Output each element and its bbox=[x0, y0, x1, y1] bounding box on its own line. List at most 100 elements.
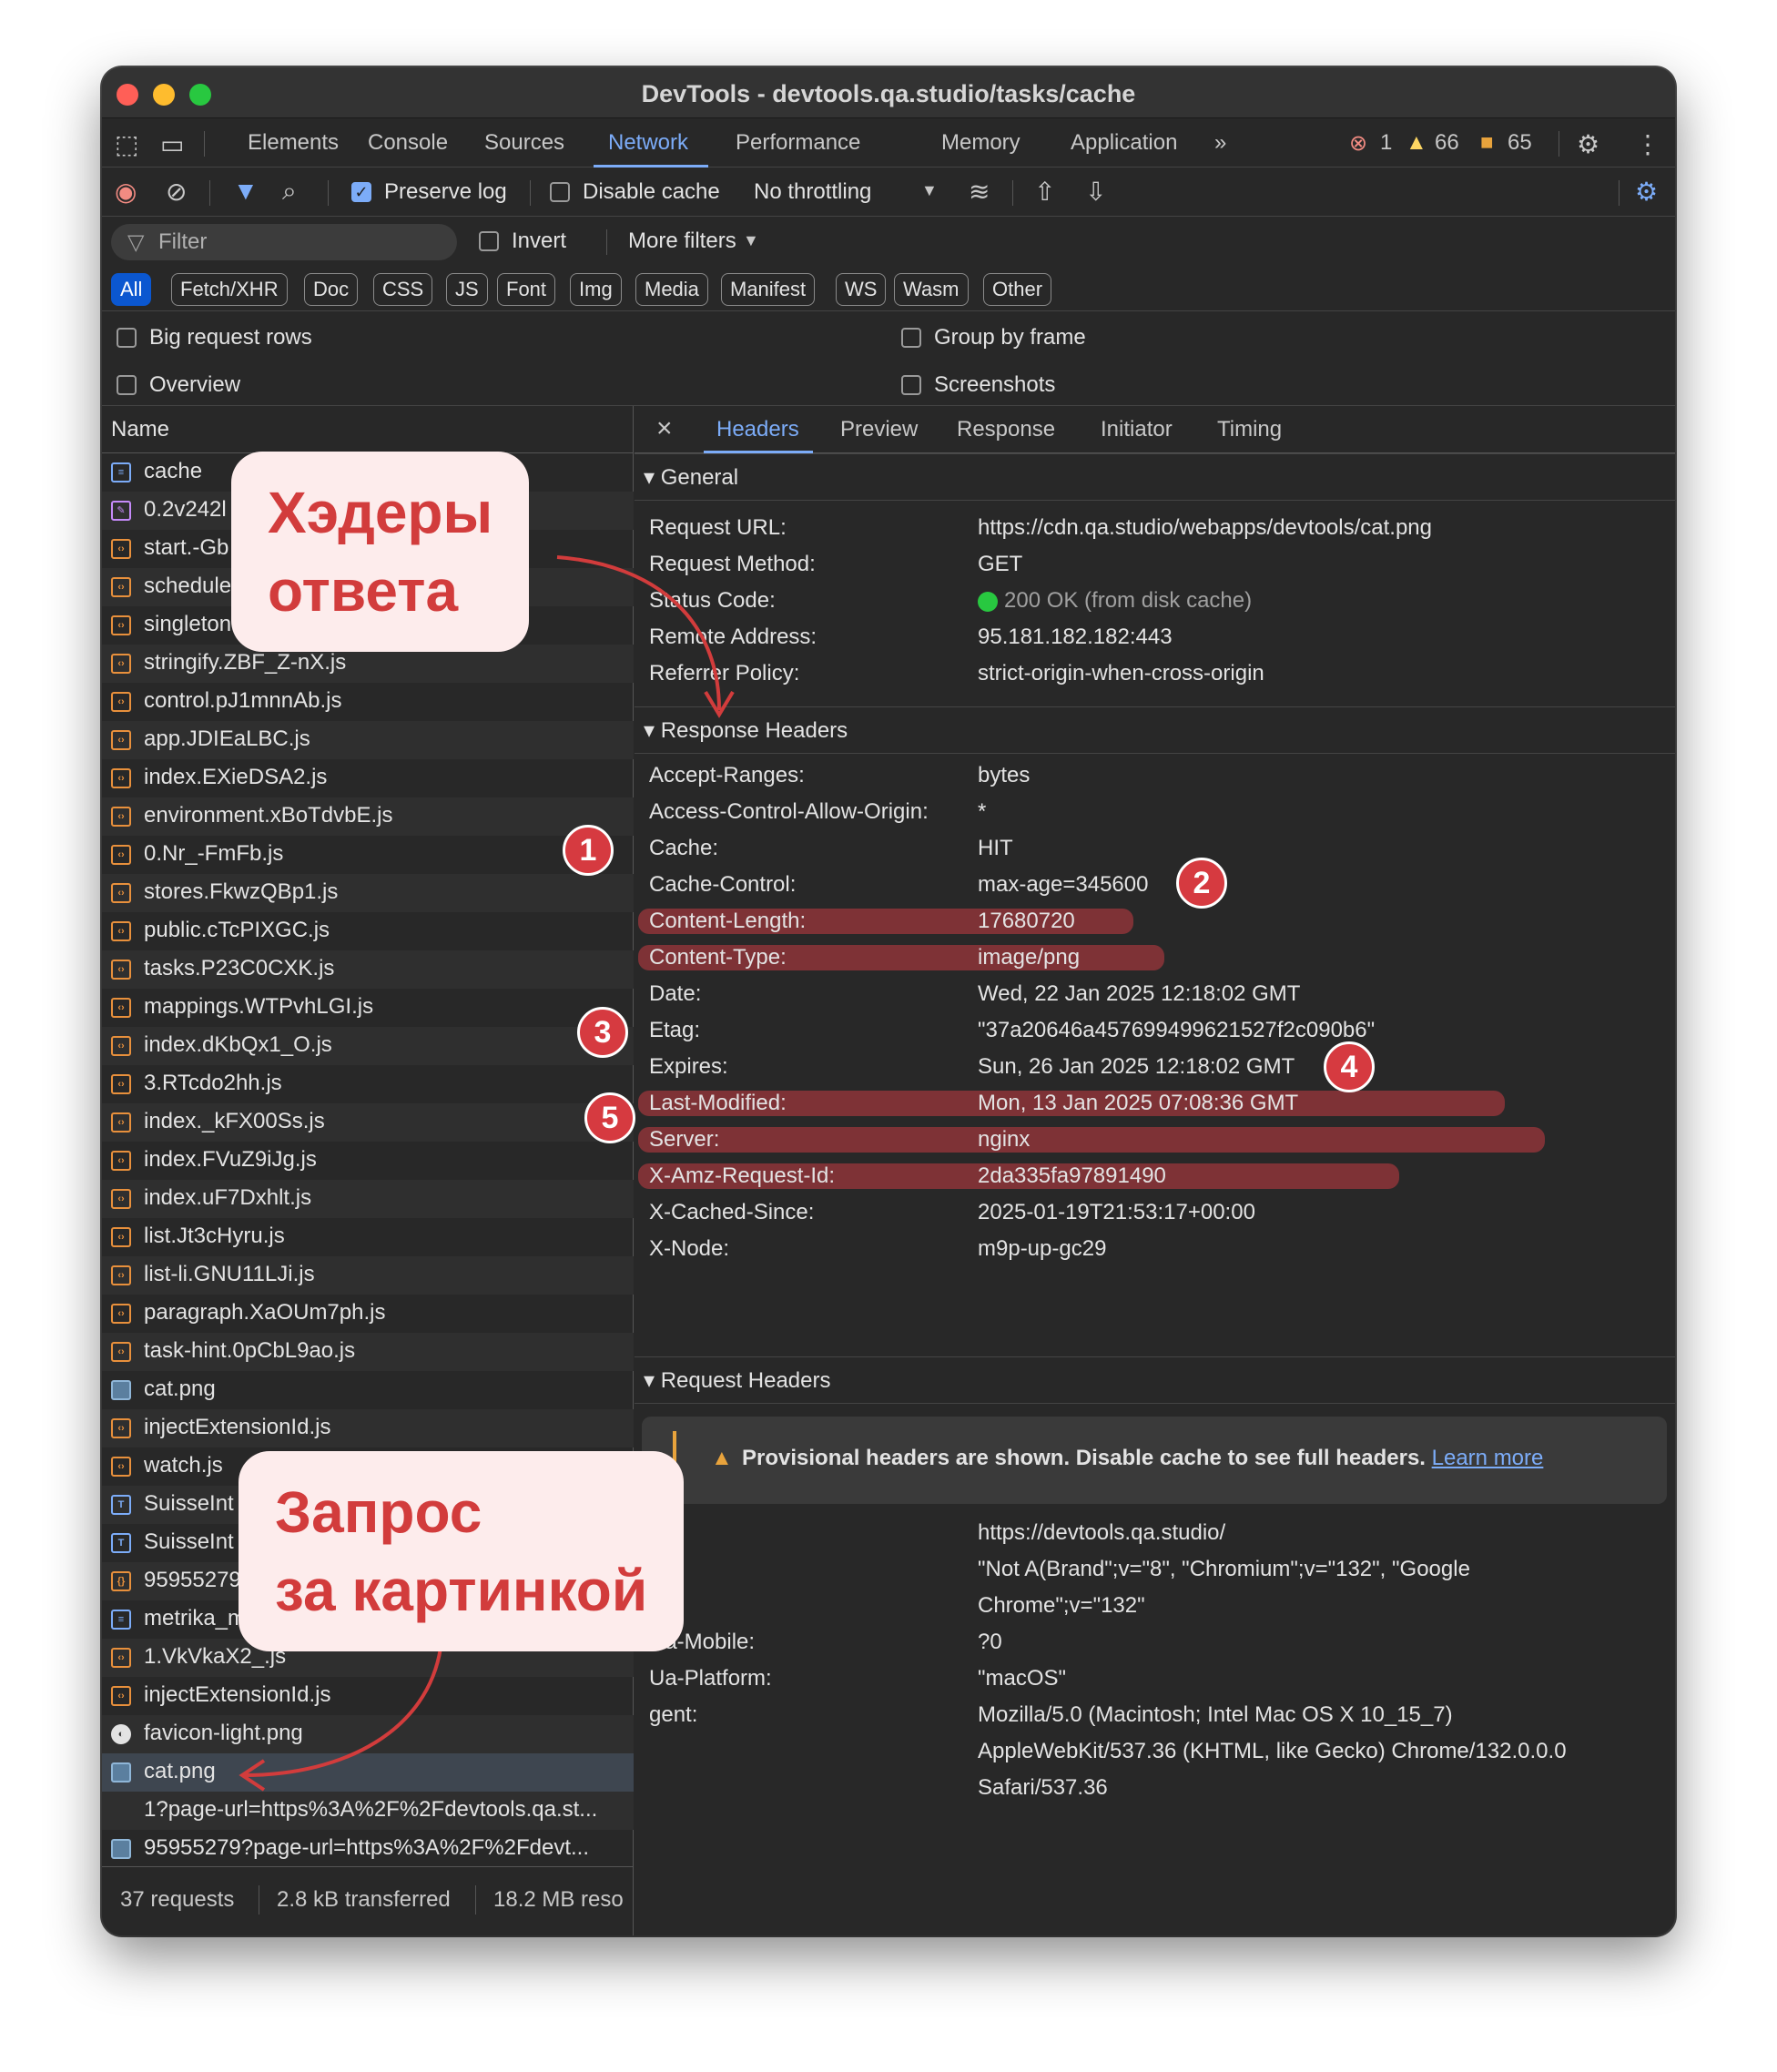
chip-doc[interactable]: Doc bbox=[304, 273, 359, 306]
request-row[interactable]: ‹› task-hint.0pCbL9ao.js bbox=[102, 1333, 634, 1371]
header-value[interactable]: AppleWebKit/537.36 (KHTML, like Gecko) C… bbox=[978, 1739, 1567, 1764]
request-row[interactable]: ‹› mappings.WTPvhLGI.js bbox=[102, 989, 634, 1027]
tab-preview[interactable]: Preview bbox=[840, 417, 918, 442]
header-value[interactable]: 2da335fa97891490 bbox=[978, 1163, 1166, 1189]
screenshots-label[interactable]: Screenshots bbox=[934, 372, 1055, 398]
request-row[interactable]: cat.png bbox=[102, 1753, 634, 1792]
disable-cache-checkbox[interactable] bbox=[550, 182, 570, 202]
remote-address-value[interactable]: 95.181.182.182:443 bbox=[978, 625, 1173, 650]
chip-media[interactable]: Media bbox=[635, 273, 708, 306]
chip-css[interactable]: CSS bbox=[373, 273, 433, 306]
request-row[interactable]: ‹› index.FVuZ9iJg.js bbox=[102, 1142, 634, 1180]
status-code-value[interactable]: 200 OK (from disk cache) bbox=[1004, 588, 1252, 614]
header-value[interactable]: Mon, 13 Jan 2025 07:08:36 GMT bbox=[978, 1091, 1298, 1116]
overview-label[interactable]: Overview bbox=[149, 372, 240, 398]
chevron-down-icon[interactable]: ▼ bbox=[921, 181, 938, 200]
device-toolbar-icon[interactable]: ▭ bbox=[160, 129, 184, 159]
search-icon[interactable]: ⌕ bbox=[282, 177, 297, 207]
request-row[interactable]: ‹› index.EXieDSA2.js bbox=[102, 759, 634, 797]
more-options-icon[interactable]: ⋮ bbox=[1635, 129, 1660, 159]
close-details-icon[interactable]: × bbox=[656, 413, 673, 444]
invert-checkbox[interactable] bbox=[479, 231, 499, 251]
disable-cache-label[interactable]: Disable cache bbox=[583, 179, 720, 205]
learn-more-link[interactable]: Learn more bbox=[1432, 1446, 1544, 1470]
header-value[interactable]: Safari/537.36 bbox=[978, 1775, 1108, 1801]
header-value[interactable]: "37a20646a457699499621527f2c090b6" bbox=[978, 1018, 1375, 1043]
issues-icon[interactable]: ■ bbox=[1480, 130, 1494, 156]
error-count[interactable]: 1 bbox=[1380, 130, 1392, 156]
inspect-element-icon[interactable]: ⬚ bbox=[115, 129, 138, 159]
export-har-icon[interactable]: ⇩ bbox=[1085, 177, 1106, 207]
request-method-value[interactable]: GET bbox=[978, 552, 1022, 577]
stop-recording-icon[interactable]: ◉ bbox=[115, 177, 137, 207]
tab-initiator[interactable]: Initiator bbox=[1101, 417, 1173, 442]
screenshots-checkbox[interactable] bbox=[901, 375, 921, 395]
request-headers-section-header[interactable]: ▾ Request Headers bbox=[635, 1356, 1675, 1404]
filter-icon[interactable]: ▼ bbox=[233, 177, 259, 206]
header-value[interactable]: ?0 bbox=[978, 1630, 1002, 1655]
tab-timing[interactable]: Timing bbox=[1217, 417, 1282, 442]
chip-fetch-xhr[interactable]: Fetch/XHR bbox=[171, 273, 288, 306]
network-settings-gear-icon[interactable]: ⚙ bbox=[1635, 177, 1658, 207]
chip-img[interactable]: Img bbox=[570, 273, 622, 306]
tab-sources[interactable]: Sources bbox=[484, 130, 564, 156]
header-value[interactable]: m9p-up-gc29 bbox=[978, 1236, 1106, 1262]
request-row[interactable]: ‹› tasks.P23C0CXK.js bbox=[102, 950, 634, 989]
header-value[interactable]: Wed, 22 Jan 2025 12:18:02 GMT bbox=[978, 981, 1300, 1007]
warning-count[interactable]: 66 bbox=[1435, 130, 1459, 156]
tab-network[interactable]: Network bbox=[608, 130, 688, 156]
chip-js[interactable]: JS bbox=[446, 273, 488, 306]
tab-headers[interactable]: Headers bbox=[716, 417, 799, 442]
name-column-header[interactable]: Name bbox=[102, 406, 633, 453]
error-icon[interactable]: ⊗ bbox=[1349, 130, 1367, 157]
chip-manifest[interactable]: Manifest bbox=[721, 273, 816, 306]
header-value[interactable]: image/png bbox=[978, 945, 1080, 970]
request-row[interactable]: 1?page-url=https%3A%2F%2Fdevtools.qa.st.… bbox=[102, 1792, 634, 1830]
request-row[interactable]: ◐ favicon-light.png bbox=[102, 1715, 634, 1753]
overview-checkbox[interactable] bbox=[117, 375, 137, 395]
header-value[interactable]: 2025-01-19T21:53:17+00:00 bbox=[978, 1200, 1255, 1225]
header-value[interactable]: * bbox=[978, 799, 986, 825]
more-filters-button[interactable]: More filters bbox=[628, 229, 736, 254]
invert-label[interactable]: Invert bbox=[512, 229, 566, 254]
tab-console[interactable]: Console bbox=[368, 130, 448, 156]
request-row[interactable]: ‹› index._kFX00Ss.js bbox=[102, 1103, 634, 1142]
request-row[interactable]: ‹› index.uF7Dxhlt.js bbox=[102, 1180, 634, 1218]
import-har-icon[interactable]: ⇧ bbox=[1034, 177, 1055, 207]
request-row[interactable]: ‹› injectExtensionId.js bbox=[102, 1409, 634, 1447]
response-headers-section-header[interactable]: ▾ Response Headers bbox=[635, 706, 1675, 754]
header-value[interactable]: HIT bbox=[978, 836, 1013, 861]
header-value[interactable]: "Not A(Brand";v="8", "Chromium";v="132",… bbox=[978, 1557, 1470, 1582]
chevron-down-icon[interactable]: ▼ bbox=[743, 231, 759, 250]
clear-icon[interactable]: ⊘ bbox=[166, 177, 187, 207]
chip-wasm[interactable]: Wasm bbox=[894, 273, 969, 306]
request-row[interactable]: 95955279?page-url=https%3A%2F%2Fdevt... bbox=[102, 1830, 634, 1868]
chip-ws[interactable]: WS bbox=[836, 273, 887, 306]
request-row[interactable]: ‹› app.JDIEaLBC.js bbox=[102, 721, 634, 759]
group-by-frame-label[interactable]: Group by frame bbox=[934, 325, 1086, 350]
request-row[interactable]: cat.png bbox=[102, 1371, 634, 1409]
header-value[interactable]: bytes bbox=[978, 763, 1030, 788]
request-row[interactable]: ‹› paragraph.XaOUm7ph.js bbox=[102, 1295, 634, 1333]
request-row[interactable]: ‹› injectExtensionId.js bbox=[102, 1677, 634, 1715]
tab-application[interactable]: Application bbox=[1071, 130, 1177, 156]
request-row[interactable]: ‹› stores.FkwzQBp1.js bbox=[102, 874, 634, 912]
header-value[interactable]: https://devtools.qa.studio/ bbox=[978, 1520, 1225, 1546]
header-value[interactable]: 17680720 bbox=[978, 909, 1075, 934]
more-tabs-icon[interactable]: » bbox=[1214, 130, 1226, 156]
preserve-log-checkbox[interactable]: ✓ bbox=[351, 182, 371, 202]
preserve-log-label[interactable]: Preserve log bbox=[384, 179, 507, 205]
chip-other[interactable]: Other bbox=[983, 273, 1052, 306]
request-row[interactable]: ‹› control.pJ1mnnAb.js bbox=[102, 683, 634, 721]
tab-memory[interactable]: Memory bbox=[941, 130, 1021, 156]
big-request-rows-label[interactable]: Big request rows bbox=[149, 325, 312, 350]
warning-icon[interactable]: ▲ bbox=[1406, 130, 1427, 156]
tab-elements[interactable]: Elements bbox=[248, 130, 339, 156]
filter-input[interactable]: ▽ Filter bbox=[111, 224, 457, 260]
general-section-header[interactable]: ▾ General bbox=[635, 453, 1675, 501]
group-by-frame-checkbox[interactable] bbox=[901, 328, 921, 348]
chip-font[interactable]: Font bbox=[497, 273, 556, 306]
request-row[interactable]: ‹› public.cTcPIXGC.js bbox=[102, 912, 634, 950]
request-row[interactable]: ‹› 3.RTcdo2hh.js bbox=[102, 1065, 634, 1103]
request-url-value[interactable]: https://cdn.qa.studio/webapps/devtools/c… bbox=[978, 515, 1432, 541]
